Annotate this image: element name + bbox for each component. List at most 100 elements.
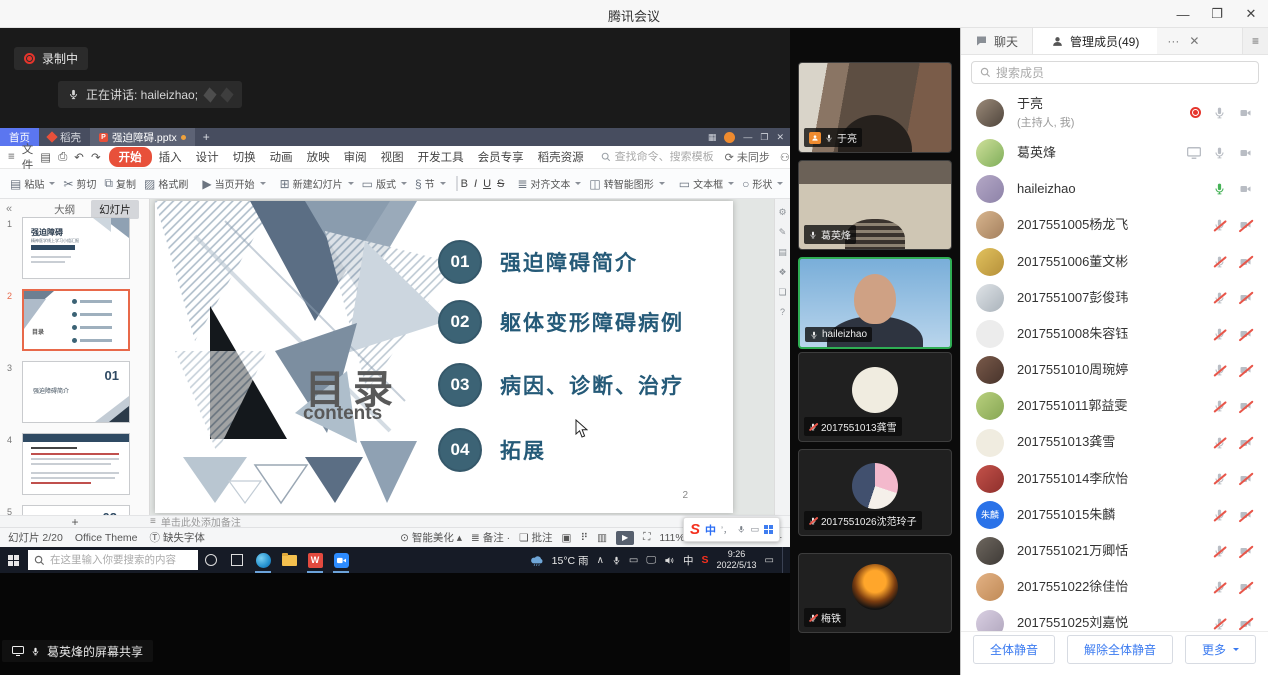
member-row[interactable]: 2017551006董文彬 bbox=[961, 244, 1268, 280]
video-tile-haileizhao-speaking[interactable]: haileizhao bbox=[798, 257, 952, 349]
mic-muted-icon[interactable] bbox=[1213, 255, 1226, 269]
mic-muted-icon[interactable] bbox=[1213, 218, 1226, 232]
missing-font-indicator[interactable]: Ⓣ 缺失字体 bbox=[150, 530, 205, 545]
mute-all-button[interactable]: 全体静音 bbox=[973, 635, 1055, 664]
layout-switch-icon[interactable]: ▦ bbox=[708, 132, 717, 143]
anim-icon[interactable]: ❖ bbox=[778, 267, 786, 278]
member-row[interactable]: 2017551025刘嘉悦 bbox=[961, 605, 1268, 632]
slide-thumbnail-4[interactable] bbox=[22, 433, 130, 495]
video-tile-yuliang[interactable]: 于亮 bbox=[798, 62, 952, 153]
smart-art-button[interactable]: ◫转智能图形 bbox=[585, 176, 668, 191]
camera-muted-icon[interactable] bbox=[1238, 328, 1253, 340]
paste-button[interactable]: ▤粘贴 bbox=[6, 176, 59, 191]
tab-chat[interactable]: 聊天 bbox=[961, 28, 1032, 54]
align-text-button[interactable]: ≣对齐文本 bbox=[513, 176, 585, 191]
slide-thumbnail-1[interactable]: 强迫障碍 精神医学线上学习小组汇报 bbox=[22, 217, 130, 279]
slide-thumbnail-3[interactable]: 01 强迫障碍简介 bbox=[22, 361, 130, 423]
menu-docer-res[interactable]: 稻壳资源 bbox=[531, 147, 591, 167]
camera-muted-icon[interactable] bbox=[1238, 509, 1253, 521]
taskbar-meeting[interactable] bbox=[328, 547, 354, 573]
video-tile-geyingfeng[interactable]: 葛英烽 bbox=[798, 160, 952, 250]
menu-start[interactable]: 开始 bbox=[109, 147, 152, 167]
wps-new-tab-button[interactable]: + bbox=[195, 128, 218, 146]
tab-slides[interactable]: 幻灯片 bbox=[91, 200, 139, 219]
command-search-input[interactable] bbox=[615, 151, 725, 163]
collapse-sidebar-icon[interactable]: « bbox=[6, 203, 12, 215]
member-search-input[interactable] bbox=[996, 66, 1250, 80]
more-button[interactable]: 更多 bbox=[1185, 635, 1256, 664]
member-row[interactable]: 2017551014李欣怡 bbox=[961, 461, 1268, 497]
camera-icon[interactable] bbox=[1238, 147, 1253, 159]
section-button[interactable]: §节 bbox=[411, 176, 450, 191]
member-row[interactable]: 2017551021万卿恬 bbox=[961, 533, 1268, 569]
copy-button[interactable]: ⧉复制 bbox=[100, 176, 140, 191]
sogou-logo[interactable]: S bbox=[690, 521, 700, 538]
camera-muted-icon[interactable] bbox=[1238, 618, 1253, 630]
minimize-button[interactable]: — bbox=[1166, 0, 1200, 28]
camera-icon[interactable] bbox=[1238, 183, 1253, 195]
mic-muted-icon[interactable] bbox=[1213, 580, 1226, 594]
taskbar-clock[interactable]: 9:26 2022/5/13 bbox=[717, 549, 757, 572]
member-row[interactable]: 2017551011郭益雯 bbox=[961, 388, 1268, 424]
camera-muted-icon[interactable] bbox=[1238, 545, 1253, 557]
member-row-geyingfeng[interactable]: 葛英烽 bbox=[961, 135, 1268, 171]
close-button[interactable]: ✕ bbox=[1234, 0, 1268, 28]
task-view-button[interactable] bbox=[224, 547, 250, 573]
wps-restore-button[interactable]: ❐ bbox=[760, 132, 768, 143]
mic-muted-icon[interactable] bbox=[1213, 327, 1226, 341]
taskbar-search-input[interactable] bbox=[50, 554, 180, 566]
text-box-button[interactable]: ▭文本框 bbox=[675, 176, 738, 191]
hamburger-icon[interactable]: ≡ bbox=[8, 151, 15, 163]
member-row[interactable]: 2017551022徐佳怡 bbox=[961, 569, 1268, 605]
comment-pane-icon[interactable]: ❏ bbox=[778, 287, 786, 298]
menu-design[interactable]: 设计 bbox=[189, 147, 226, 167]
underline-button[interactable]: U bbox=[480, 178, 494, 190]
menu-view[interactable]: 视图 bbox=[374, 147, 411, 167]
wps-close-button[interactable]: ✕ bbox=[776, 132, 784, 143]
tray-volume-icon[interactable] bbox=[664, 555, 675, 566]
layout-button[interactable]: ▭版式 bbox=[358, 176, 411, 191]
hidden-icons-chevron[interactable]: ∧ bbox=[597, 555, 604, 566]
wps-minimize-button[interactable]: — bbox=[743, 132, 752, 142]
slide-thumbnail-5[interactable]: 02 bbox=[22, 505, 130, 515]
camera-muted-icon[interactable] bbox=[1238, 437, 1253, 449]
camera-muted-icon[interactable] bbox=[1238, 473, 1253, 485]
cortana-button[interactable] bbox=[198, 547, 224, 573]
taskbar-search[interactable] bbox=[28, 550, 198, 570]
slide-thumbnail-2-selected[interactable]: 目录 bbox=[22, 289, 130, 351]
member-row-haileizhao[interactable]: haileizhao bbox=[961, 171, 1268, 207]
cut-button[interactable]: ✂剪切 bbox=[59, 176, 100, 191]
maximize-button[interactable]: ❐ bbox=[1200, 0, 1234, 28]
edit-icon[interactable]: ✎ bbox=[779, 227, 787, 238]
menu-member[interactable]: 会员专享 bbox=[471, 147, 531, 167]
fit-icon[interactable]: ⛶ bbox=[643, 531, 650, 544]
normal-view-icon[interactable]: ▣ bbox=[562, 532, 572, 544]
mic-muted-icon[interactable] bbox=[1213, 617, 1226, 631]
command-search[interactable] bbox=[601, 151, 725, 163]
help-icon[interactable]: ? bbox=[780, 307, 785, 317]
print-icon[interactable]: ⎙ bbox=[58, 151, 67, 164]
mic-muted-icon[interactable] bbox=[1213, 291, 1226, 305]
tray-display-icon[interactable]: 🖵 bbox=[646, 555, 656, 566]
panel-menu-icon[interactable]: ≡ bbox=[1242, 28, 1268, 54]
show-desktop-strip[interactable] bbox=[782, 547, 786, 573]
ime-toolbox-icon[interactable] bbox=[764, 525, 773, 534]
bold-button[interactable]: B bbox=[458, 178, 471, 190]
ime-punct-icon[interactable]: ’， bbox=[721, 523, 732, 536]
menu-review[interactable]: 审阅 bbox=[337, 147, 374, 167]
strikethrough-button[interactable]: S bbox=[494, 178, 507, 190]
notes-bar[interactable]: + ≡ 单击此处添加备注 bbox=[0, 515, 790, 527]
member-row-yuliang[interactable]: 于亮 (主持人, 我) bbox=[961, 90, 1268, 135]
mic-muted-icon[interactable] bbox=[1213, 436, 1226, 450]
props-icon[interactable]: ⚙ bbox=[778, 207, 786, 218]
italic-button[interactable]: I bbox=[471, 178, 480, 190]
save-icon[interactable]: ▤ bbox=[40, 150, 51, 164]
member-row[interactable]: 2017551008朱容钰 bbox=[961, 316, 1268, 352]
panel-close-icon[interactable]: ✕ bbox=[1189, 34, 1199, 48]
sogou-ime-bar[interactable]: S 中 ’， ▭ bbox=[683, 517, 780, 542]
tray-ime-mode[interactable]: 中 bbox=[683, 553, 694, 568]
menu-animation[interactable]: 动画 bbox=[263, 147, 300, 167]
zoom-value[interactable]: 111% bbox=[659, 532, 684, 544]
slideshow-play-button[interactable]: ▶ bbox=[616, 531, 634, 545]
menu-slideshow[interactable]: 放映 bbox=[300, 147, 337, 167]
